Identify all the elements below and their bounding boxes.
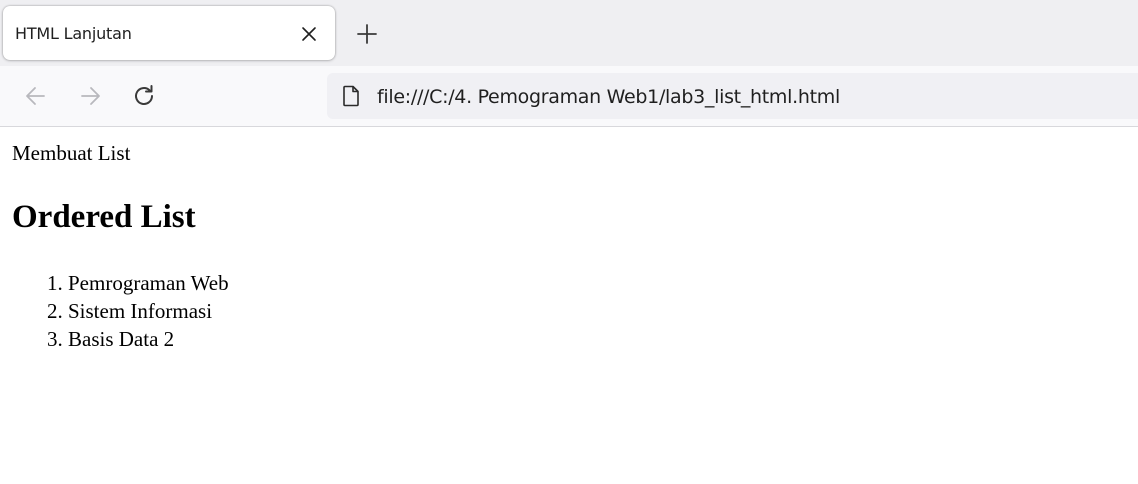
list-item-label: Pemrograman Web (68, 271, 229, 295)
back-arrow-icon[interactable] (22, 82, 50, 110)
tab-strip: HTML Lanjutan (0, 0, 1138, 66)
list-item-number: 1. (47, 271, 63, 295)
list-item: 2. Sistem Informasi (47, 297, 229, 325)
address-bar[interactable]: file:///C:/4. Pemograman Web1/lab3_list_… (327, 73, 1138, 119)
navigation-toolbar: file:///C:/4. Pemograman Web1/lab3_list_… (0, 66, 1138, 127)
ordered-list: 1. Pemrograman Web 2. Sistem Informasi 3… (47, 269, 229, 353)
list-item: 3. Basis Data 2 (47, 325, 229, 353)
list-item: 1. Pemrograman Web (47, 269, 229, 297)
tab-title: HTML Lanjutan (15, 24, 132, 43)
list-item-number: 3. (47, 327, 63, 351)
plus-icon[interactable] (354, 21, 380, 47)
url-text[interactable]: file:///C:/4. Pemograman Web1/lab3_list_… (377, 86, 840, 108)
reload-icon[interactable] (130, 82, 158, 110)
page-content: Membuat List Ordered List 1. Pemrograman… (0, 127, 1138, 484)
list-item-label: Sistem Informasi (68, 299, 213, 323)
list-item-label: Basis Data 2 (68, 327, 175, 351)
intro-text: Membuat List (12, 141, 131, 165)
browser-tab[interactable]: HTML Lanjutan (3, 6, 335, 60)
list-item-number: 2. (47, 299, 63, 323)
page-heading: Ordered List (12, 199, 196, 235)
close-icon[interactable] (298, 23, 320, 45)
forward-arrow-icon[interactable] (76, 82, 104, 110)
page-icon (343, 85, 359, 107)
